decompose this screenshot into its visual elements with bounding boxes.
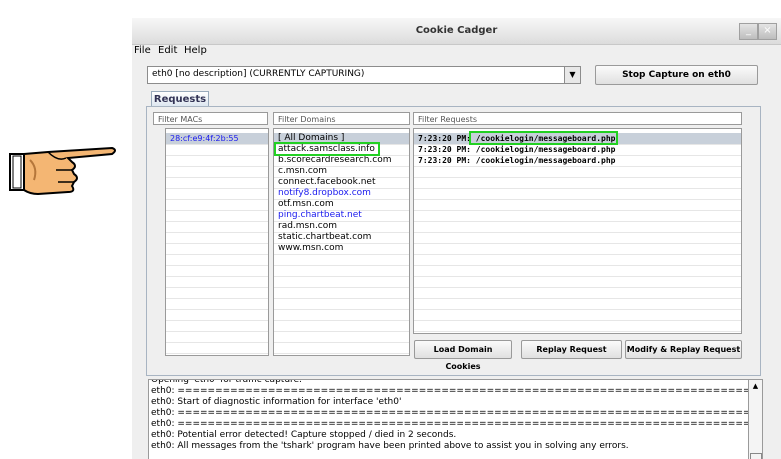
title-bar: Cookie Cadger _ × xyxy=(132,18,781,45)
request-item[interactable]: 7:23:20 PM: /cookielogin/messageboard.ph… xyxy=(414,144,741,155)
grid-line xyxy=(274,276,409,277)
grid-line xyxy=(166,265,268,266)
grid-line xyxy=(166,166,268,167)
minimize-button[interactable]: _ xyxy=(739,23,758,40)
chevron-down-icon[interactable]: ▼ xyxy=(564,67,580,83)
modify-replay-request-button[interactable]: Modify & Replay Request xyxy=(625,340,742,359)
grid-line xyxy=(414,287,741,288)
grid-line xyxy=(414,243,741,244)
grid-line xyxy=(166,254,268,255)
interface-select-value: eth0 [no description] (CURRENTLY CAPTURI… xyxy=(152,69,365,79)
grid-line xyxy=(166,177,268,178)
filter-macs-input[interactable]: Filter MACs xyxy=(153,112,268,125)
console-log: Opening 'eth0' for traffic capture. eth0:… xyxy=(148,379,761,459)
grid-line xyxy=(166,342,268,343)
menu-edit[interactable]: Edit xyxy=(158,45,177,56)
grid-line xyxy=(274,287,409,288)
grid-line xyxy=(166,298,268,299)
menu-bar: File Edit Help xyxy=(132,44,781,58)
grid-line xyxy=(274,353,409,354)
menu-file[interactable]: File xyxy=(134,45,151,56)
filter-requests-input[interactable]: Filter Requests xyxy=(413,112,742,125)
load-domain-cookies-button[interactable]: Load Domain Cookies xyxy=(414,340,512,371)
grid-line xyxy=(414,254,741,255)
grid-line xyxy=(414,276,741,277)
grid-line xyxy=(274,320,409,321)
grid-line xyxy=(166,232,268,233)
menu-help[interactable]: Help xyxy=(184,45,207,56)
domain-item[interactable]: c.msn.com xyxy=(274,166,409,177)
grid-line xyxy=(414,177,741,178)
grid-line xyxy=(166,309,268,310)
replay-request-button[interactable]: Replay Request xyxy=(521,340,622,359)
console-line: eth0: Potential error detected! Capture … xyxy=(151,430,457,440)
grid-line xyxy=(166,199,268,200)
domain-item[interactable]: www.msn.com xyxy=(274,243,409,254)
domain-item[interactable]: b.scorecardresearch.com xyxy=(274,155,409,166)
grid-line xyxy=(414,265,741,266)
domain-highlight-box xyxy=(274,142,380,156)
interface-select[interactable]: eth0 [no description] (CURRENTLY CAPTURI… xyxy=(147,66,581,84)
request-highlight-box xyxy=(469,131,618,145)
stop-capture-button[interactable]: Stop Capture on eth0 xyxy=(595,65,758,85)
grid-line xyxy=(414,309,741,310)
grid-line xyxy=(274,331,409,332)
grid-line xyxy=(166,320,268,321)
domain-item[interactable]: otf.msn.com xyxy=(274,199,409,210)
domain-list: [ All Domains ] attack.samsclass.info b.sc… xyxy=(273,128,410,356)
console-scrollbar[interactable]: ▲ xyxy=(748,379,763,459)
grid-line xyxy=(274,298,409,299)
grid-line xyxy=(274,265,409,266)
request-item[interactable]: 7:23:20 PM: /cookielogin/messageboard.ph… xyxy=(414,155,741,166)
domain-item[interactable]: notify8.dropbox.com xyxy=(274,188,409,199)
console-line: Opening 'eth0' for traffic capture. xyxy=(151,379,302,385)
grid-line xyxy=(414,331,741,332)
mac-list: 28:cf:e9:4f:2b:55 xyxy=(165,128,269,356)
pointing-hand-icon xyxy=(9,146,116,196)
console-line: eth0: Start of diagnostic information fo… xyxy=(151,397,402,407)
grid-line xyxy=(414,188,741,189)
grid-line xyxy=(274,309,409,310)
grid-line xyxy=(166,287,268,288)
grid-line xyxy=(166,331,268,332)
grid-line xyxy=(274,254,409,255)
window-title: Cookie Cadger xyxy=(415,25,498,36)
grid-line xyxy=(414,166,741,167)
grid-line xyxy=(414,320,741,321)
grid-line xyxy=(414,210,741,211)
grid-line xyxy=(166,276,268,277)
scroll-thumb[interactable] xyxy=(750,453,762,459)
close-button[interactable]: × xyxy=(758,23,777,40)
grid-line xyxy=(414,232,741,233)
console-line: eth0: ==================================… xyxy=(151,419,761,429)
domain-item[interactable]: rad.msn.com xyxy=(274,221,409,232)
scroll-up-icon[interactable]: ▲ xyxy=(749,380,762,392)
grid-line xyxy=(414,298,741,299)
mac-item[interactable]: 28:cf:e9:4f:2b:55 xyxy=(166,133,268,144)
grid-line xyxy=(414,221,741,222)
domain-item[interactable]: static.chartbeat.com xyxy=(274,232,409,243)
grid-line xyxy=(166,243,268,244)
grid-line xyxy=(274,342,409,343)
filter-domains-input[interactable]: Filter Domains xyxy=(273,112,410,125)
console-line: eth0: ==================================… xyxy=(151,408,761,418)
tab-requests[interactable]: Requests xyxy=(151,91,209,107)
domain-item[interactable]: connect.facebook.net xyxy=(274,177,409,188)
grid-line xyxy=(166,210,268,211)
console-line: eth0: ==================================… xyxy=(151,386,761,396)
request-list: 7:23:20 PM: /cookielogin/messageboard.ph… xyxy=(413,128,742,334)
grid-line xyxy=(166,353,268,354)
cookie-cadger-window: Cookie Cadger _ × File Edit Help eth0 [n… xyxy=(132,18,781,459)
grid-line xyxy=(166,155,268,156)
grid-line xyxy=(414,199,741,200)
console-line: eth0: All messages from the 'tshark' pro… xyxy=(151,441,629,451)
grid-line xyxy=(166,188,268,189)
domain-item[interactable]: ping.chartbeat.net xyxy=(274,210,409,221)
grid-line xyxy=(166,144,268,145)
grid-line xyxy=(166,221,268,222)
